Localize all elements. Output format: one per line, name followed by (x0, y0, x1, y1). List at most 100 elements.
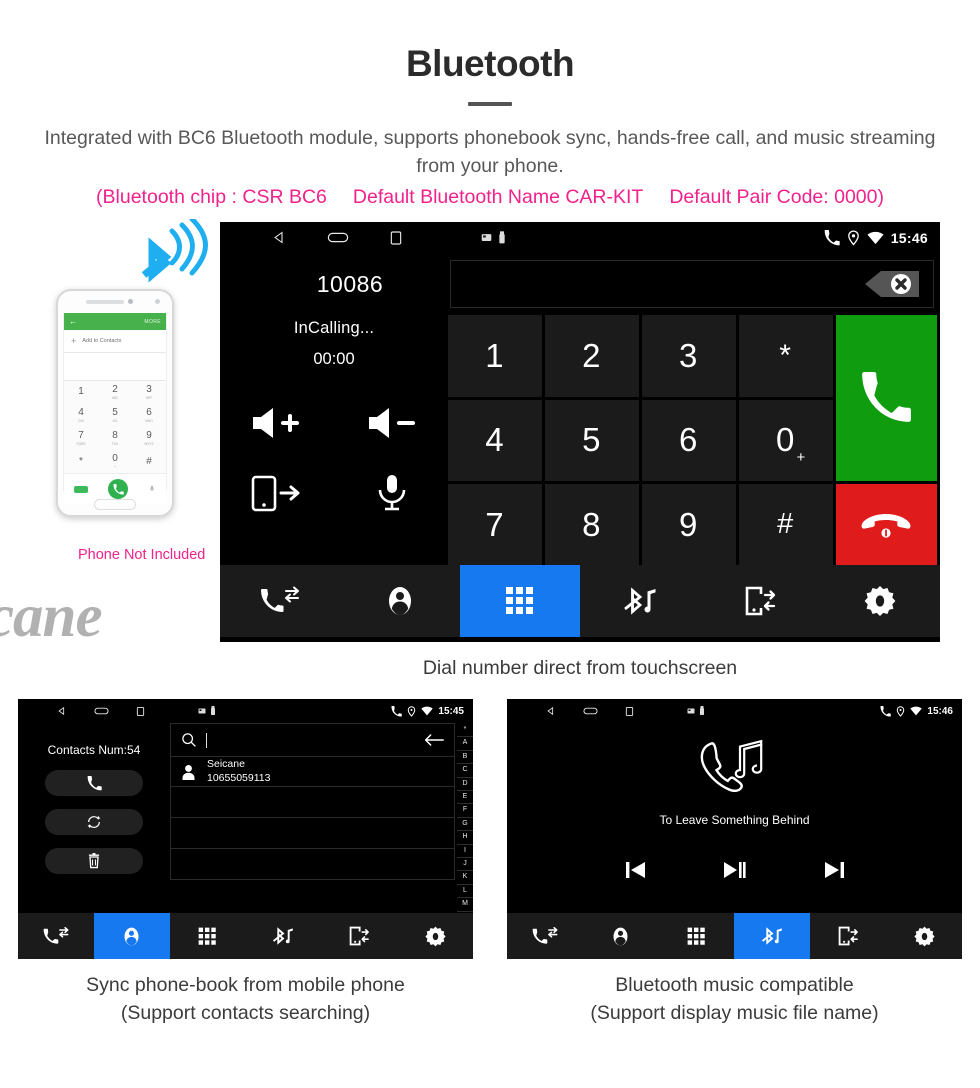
phone-key[interactable]: * (64, 450, 98, 473)
microphone-mute-button[interactable] (361, 469, 423, 517)
alpha-index-item[interactable]: I (457, 845, 473, 859)
contacts-sync-button[interactable] (45, 809, 143, 835)
contacts-call-button[interactable] (45, 770, 143, 796)
alpha-index-item[interactable]: H (457, 831, 473, 845)
phone-key[interactable]: 0 + (98, 450, 132, 473)
phone-key[interactable]: 8 TUV (98, 427, 132, 450)
tab-contacts[interactable] (340, 565, 460, 637)
phone-keypad-toggle-icon[interactable] (148, 484, 156, 494)
alpha-index-item[interactable]: E (457, 791, 473, 805)
call-end-button[interactable] (835, 483, 937, 566)
phone-key[interactable]: 2 ABC (98, 381, 132, 404)
volume-up-button[interactable] (245, 399, 307, 447)
phone-keypad[interactable]: 1 2 ABC 3 DEF 4 GHI 5 JKL 6 MNO 7 PQRS 8 TUV 9W… (64, 381, 166, 474)
alpha-index-item[interactable]: L (457, 885, 473, 899)
recents-square-icon[interactable] (136, 706, 145, 717)
keypad-key-hash[interactable]: # (738, 483, 833, 566)
backspace-delete-icon[interactable] (863, 269, 921, 299)
volume-down-button[interactable] (361, 399, 423, 447)
tab-bluetooth-music[interactable] (245, 913, 321, 959)
keypad-key-1[interactable]: 1 (448, 315, 542, 397)
tab-keypad[interactable] (170, 913, 246, 959)
play-pause-button[interactable] (723, 861, 746, 884)
phone-key[interactable]: 4 GHI (64, 404, 98, 427)
tab-phone-link[interactable] (700, 565, 820, 637)
home-oval-icon[interactable] (583, 706, 598, 716)
phone-not-included-note: Phone Not Included (78, 547, 206, 564)
tab-phone-link[interactable] (321, 913, 397, 959)
previous-track-button[interactable] (625, 861, 646, 884)
bottom-tab-bar[interactable] (18, 913, 473, 959)
phone-key[interactable]: 9 WXYZ (132, 427, 166, 450)
music-transport-controls[interactable] (625, 861, 844, 884)
bottom-tab-bar[interactable] (507, 913, 962, 959)
tab-keypad[interactable] (659, 913, 735, 959)
bottom-tab-bar[interactable] (220, 565, 940, 638)
phone-key[interactable]: 7 PQRS (64, 427, 98, 450)
call-answer-button[interactable] (835, 315, 937, 481)
back-arrow-icon[interactable]: ← (69, 317, 77, 326)
tab-bluetooth-music[interactable] (734, 913, 811, 959)
tab-bluetooth-music[interactable] (580, 565, 700, 637)
alpha-index-item[interactable]: C (457, 764, 473, 778)
tab-settings[interactable] (397, 913, 473, 959)
next-track-button[interactable] (824, 861, 844, 884)
recents-square-icon[interactable] (389, 230, 403, 246)
phone-key[interactable]: 6 MNO (132, 404, 166, 427)
keypad-key-7[interactable]: 7 (448, 483, 542, 566)
dial-keypad[interactable]: 1 2 3 * 4 5 6 0 + 7 8 9 # (448, 315, 940, 566)
alpha-index-item[interactable]: G (457, 818, 473, 832)
alpha-index-item[interactable]: A (457, 737, 473, 751)
back-triangle-icon[interactable] (57, 706, 67, 716)
alphabet-index[interactable]: * A B C D E F G H I J K L M (457, 723, 473, 913)
back-triangle-icon[interactable] (546, 706, 556, 716)
phone-video-call-icon[interactable] (74, 485, 88, 493)
phone-device: ← MORE + Add to Contacts 1 2 ABC 3 DEF 4 GH… (56, 289, 174, 518)
phone-call-button[interactable] (108, 479, 128, 500)
tab-call-history[interactable] (220, 565, 340, 637)
keypad-key-6[interactable]: 6 (641, 399, 736, 481)
transfer-to-phone-button[interactable] (245, 469, 307, 517)
contacts-delete-button[interactable] (45, 848, 143, 874)
phone-key[interactable]: 5 JKL (98, 404, 132, 427)
tab-contacts[interactable] (93, 913, 170, 959)
keypad-key-5[interactable]: 5 (544, 399, 639, 481)
keypad-key-3[interactable]: 3 (641, 315, 736, 397)
alpha-index-item[interactable]: K (457, 871, 473, 885)
tab-settings[interactable] (886, 913, 962, 959)
phone-more-button[interactable]: MORE (144, 319, 161, 325)
phone-key[interactable]: # (132, 450, 166, 473)
home-oval-icon[interactable] (327, 230, 349, 245)
keypad-key-9[interactable]: 9 (641, 483, 736, 566)
tab-phone-link[interactable] (810, 913, 886, 959)
spec-pair-code: Default Pair Code: 0000) (669, 186, 884, 209)
dial-input-field[interactable] (450, 260, 934, 309)
alpha-index-item[interactable]: F (457, 804, 473, 818)
tab-call-history[interactable] (507, 913, 583, 959)
alpha-index-item[interactable]: M (457, 898, 473, 912)
keypad-key-2[interactable]: 2 (544, 315, 639, 397)
keypad-key-star[interactable]: * (738, 315, 833, 397)
tab-contacts[interactable] (583, 913, 659, 959)
phone-key[interactable]: 1 (64, 381, 98, 404)
add-to-contacts-row[interactable]: + Add to Contacts (64, 330, 166, 354)
contact-list-item[interactable]: Seicane 10655059113 (170, 756, 455, 787)
keypad-key-0[interactable]: 0 + (738, 399, 833, 481)
alpha-index-item[interactable]: J (457, 858, 473, 872)
tab-call-history[interactable] (18, 913, 94, 959)
recents-square-icon[interactable] (625, 706, 634, 717)
tab-keypad[interactable] (460, 565, 580, 638)
contact-name: Seicane (207, 758, 245, 771)
keypad-key-8[interactable]: 8 (544, 483, 639, 566)
alpha-index-item[interactable]: B (457, 751, 473, 765)
keypad-key-4[interactable]: 4 (448, 399, 542, 481)
back-triangle-icon[interactable] (272, 230, 287, 245)
tab-settings[interactable] (820, 565, 940, 637)
search-input[interactable] (170, 723, 455, 756)
back-arrow-icon[interactable] (424, 733, 444, 747)
alpha-index-item[interactable]: * (457, 724, 473, 738)
phone-key[interactable]: 3 DEF (132, 381, 166, 404)
alpha-index-item[interactable]: D (457, 778, 473, 792)
spec-chip: (Bluetooth chip : CSR BC6 (96, 186, 327, 209)
home-oval-icon[interactable] (94, 706, 109, 716)
